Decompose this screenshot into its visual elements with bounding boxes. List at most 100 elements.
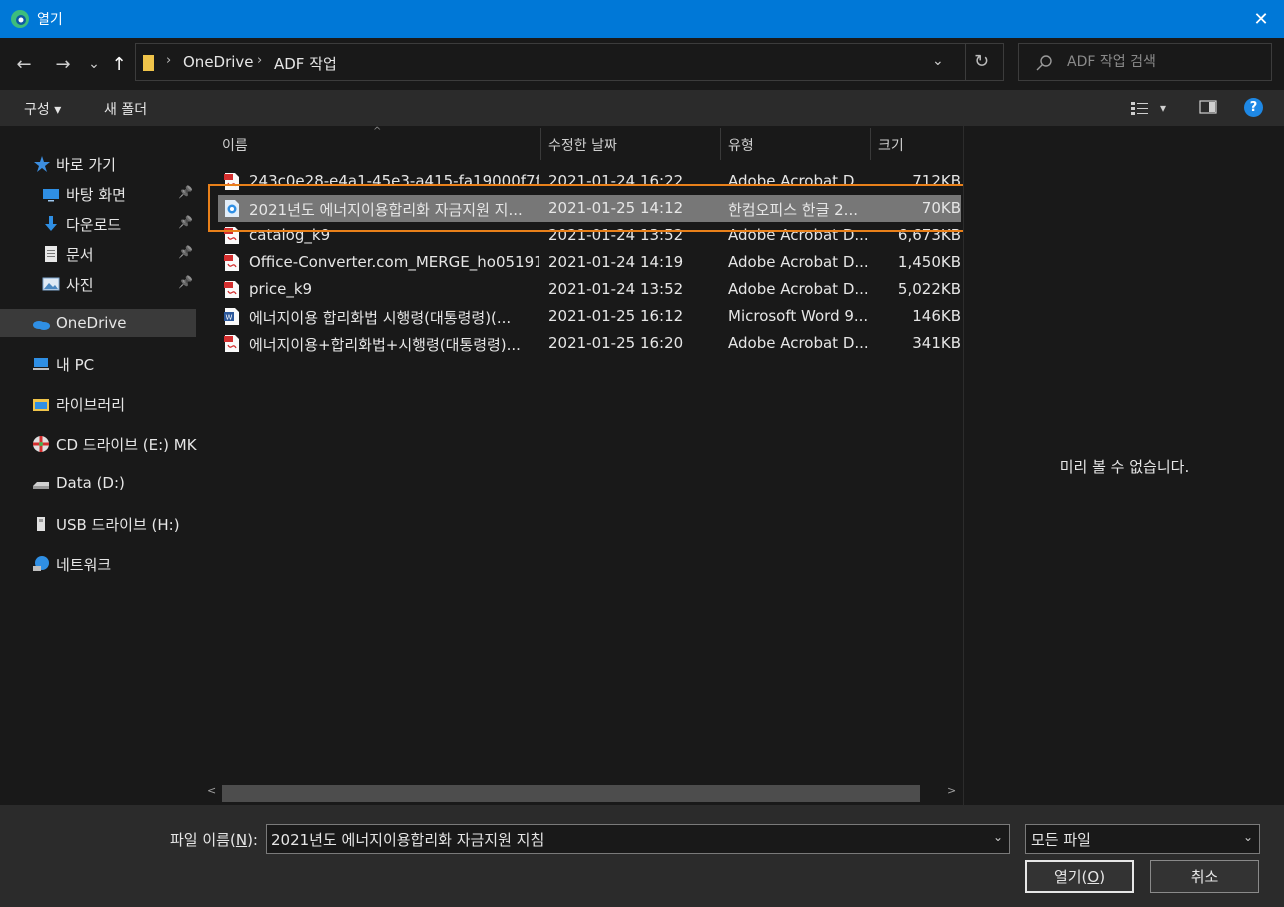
network-icon — [33, 556, 49, 571]
sidebar-item-network[interactable]: 네트워크 — [0, 549, 196, 577]
file-date: 2021-01-24 13:52 — [548, 226, 684, 244]
new-folder-button[interactable]: 새 폴더 — [104, 99, 147, 119]
file-row[interactable]: Office-Converter.com_MERGE_ho051914 2021-… — [218, 249, 961, 276]
organize-button[interactable]: 구성 ▾ — [24, 99, 61, 119]
filename-input[interactable] — [271, 829, 971, 849]
sidebar-item-label: 문서 — [66, 246, 94, 264]
filetype-select[interactable]: 모든 파일 ⌄ — [1025, 824, 1260, 854]
sidebar-item-quick-access[interactable]: 바로 가기 — [0, 149, 196, 177]
file-type: Adobe Acrobat D... — [728, 334, 868, 352]
up-button[interactable]: ↑ — [106, 51, 132, 77]
help-button[interactable]: ? — [1244, 98, 1263, 117]
sidebar-item-cd-drive[interactable]: CD 드라이브 (E:) MK — [0, 429, 197, 457]
sidebar-item-label: Data (D:) — [56, 474, 125, 492]
pin-icon[interactable]: 📌 — [178, 275, 193, 289]
sidebar-item-usb-drive[interactable]: USB 드라이브 (H:) — [0, 509, 196, 537]
file-name: 에너지이용+합리화법+시행령(대통령령)... — [249, 336, 521, 354]
file-size: 6,673KB — [897, 226, 961, 244]
sidebar-item-pictures[interactable]: 사진 📌 — [0, 269, 196, 297]
sidebar-item-documents[interactable]: 문서 📌 — [0, 239, 196, 267]
file-row[interactable]: price_k9 2021-01-24 13:52 Adobe Acrobat D.… — [218, 276, 961, 303]
file-type: Adobe Acrobat D... — [728, 280, 868, 298]
breadcrumb-onedrive[interactable]: OneDrive — [183, 53, 254, 71]
sidebar-item-label: 바탕 화면 — [66, 186, 126, 204]
title-bar: 열기 ✕ — [0, 0, 1284, 38]
folder-icon — [143, 55, 154, 71]
chevron-down-icon: ⌄ — [1242, 830, 1253, 844]
breadcrumb-separator[interactable]: › — [166, 53, 171, 68]
file-row[interactable]: W 에너지이용 합리화법 시행령(대통령령)(... 2021-01-25 16:1… — [218, 303, 961, 330]
filename-combobox[interactable]: ⌄ — [266, 824, 1010, 854]
file-name: 2021년도 에너지이용합리화 자금지원 지... — [249, 201, 523, 219]
column-header-type[interactable]: 유형 — [721, 126, 870, 160]
column-header-date[interactable]: 수정한 날짜 — [541, 126, 720, 160]
sidebar-item-onedrive[interactable]: OneDrive — [0, 309, 196, 337]
breadcrumb-separator[interactable]: › — [257, 53, 262, 68]
chevron-down-icon[interactable]: ⌄ — [993, 830, 1003, 844]
file-row[interactable]: 243c0e28-e4a1-45e3-a415-fa19000f7f7d... 2… — [218, 168, 961, 195]
sidebar-item-this-pc[interactable]: 내 PC — [0, 349, 196, 377]
file-size: 712KB — [912, 172, 961, 190]
scroll-right-icon[interactable]: > — [947, 784, 956, 797]
file-name: 에너지이용 합리화법 시행령(대통령령)(... — [249, 309, 512, 327]
column-header-name[interactable]: 이름 — [218, 126, 540, 160]
file-type: 한컴오피스 한글 2... — [728, 201, 858, 219]
bottom-bar: 파일 이름(N): ⌄ 모든 파일 ⌄ 열기(O) 취소 — [0, 805, 1284, 907]
column-header-size[interactable]: 크기 — [871, 126, 961, 160]
scrollbar-thumb[interactable] — [222, 785, 920, 802]
sidebar-item-label: USB 드라이브 (H:) — [56, 516, 180, 534]
refresh-button[interactable]: ↻ — [974, 51, 989, 72]
horizontal-scrollbar[interactable]: < > — [202, 782, 960, 805]
close-button[interactable]: ✕ — [1238, 0, 1284, 38]
search-icon — [1036, 55, 1052, 71]
back-button[interactable]: ← — [11, 51, 37, 77]
preview-pane-icon[interactable] — [1199, 99, 1217, 115]
close-icon: ✕ — [1253, 8, 1269, 30]
open-button-key: O — [1087, 867, 1100, 886]
forward-button[interactable]: → — [50, 51, 76, 77]
cancel-button[interactable]: 취소 — [1150, 860, 1259, 893]
sidebar-item-desktop[interactable]: 바탕 화면 📌 — [0, 179, 196, 207]
pc-icon — [33, 358, 49, 370]
download-icon — [45, 216, 57, 231]
search-input[interactable] — [1067, 52, 1262, 72]
column-header-label: 수정한 날짜 — [548, 138, 617, 154]
file-row[interactable]: 에너지이용+합리화법+시행령(대통령령)... 2021-01-25 16:20 A… — [218, 330, 961, 357]
address-dropdown-icon[interactable]: ⌄ — [932, 53, 944, 69]
window-title: 열기 — [37, 12, 63, 28]
file-name: catalog_k9 — [249, 226, 331, 244]
desktop-icon — [43, 189, 59, 202]
recent-locations-button[interactable]: ⌄ — [81, 51, 107, 77]
sidebar-item-label: 바로 가기 — [56, 156, 116, 174]
sidebar-item-data-drive[interactable]: Data (D:) — [0, 469, 196, 497]
view-dropdown-icon[interactable]: ▾ — [1160, 101, 1166, 115]
pdf-file-icon — [224, 334, 240, 353]
address-bar[interactable]: › OneDrive › ADF 작업 ⌄ ↻ — [135, 43, 1004, 81]
column-header-label: 유형 — [728, 138, 754, 154]
preview-pane: 미리 볼 수 없습니다. — [963, 126, 1284, 805]
open-button-suffix: ) — [1099, 867, 1106, 886]
usb-drive-icon — [37, 517, 45, 531]
search-box[interactable] — [1018, 43, 1272, 81]
file-row[interactable]: catalog_k9 2021-01-24 13:52 Adobe Acrobat … — [218, 222, 961, 249]
navigation-pane: 바로 가기 바탕 화면 📌 다운로드 📌 문서 📌 사진 📌 OneDrive … — [0, 126, 198, 805]
file-size: 341KB — [912, 334, 961, 352]
no-preview-message: 미리 볼 수 없습니다. — [1059, 458, 1190, 476]
breadcrumb-adf-folder[interactable]: ADF 작업 — [274, 53, 337, 74]
sidebar-item-label: OneDrive — [56, 314, 127, 332]
pin-icon[interactable]: 📌 — [178, 245, 193, 259]
sidebar-item-label: CD 드라이브 (E:) MK — [56, 436, 197, 454]
open-button[interactable]: 열기(O) — [1025, 860, 1134, 893]
file-row[interactable]: 2021년도 에너지이용합리화 자금지원 지... 2021-01-25 14:1… — [218, 195, 961, 222]
star-icon — [34, 156, 50, 172]
sidebar-item-label: 다운로드 — [66, 216, 122, 234]
sidebar-item-label: 사진 — [66, 276, 94, 294]
view-options-icon[interactable] — [1130, 99, 1150, 117]
file-name: Office-Converter.com_MERGE_ho051914 — [249, 253, 539, 271]
sidebar-item-downloads[interactable]: 다운로드 📌 — [0, 209, 196, 237]
scroll-left-icon[interactable]: < — [207, 784, 216, 797]
sidebar-item-libraries[interactable]: 라이브러리 — [0, 389, 196, 417]
pin-icon[interactable]: 📌 — [178, 185, 193, 199]
filename-label-key: N — [235, 831, 248, 849]
pin-icon[interactable]: 📌 — [178, 215, 193, 229]
